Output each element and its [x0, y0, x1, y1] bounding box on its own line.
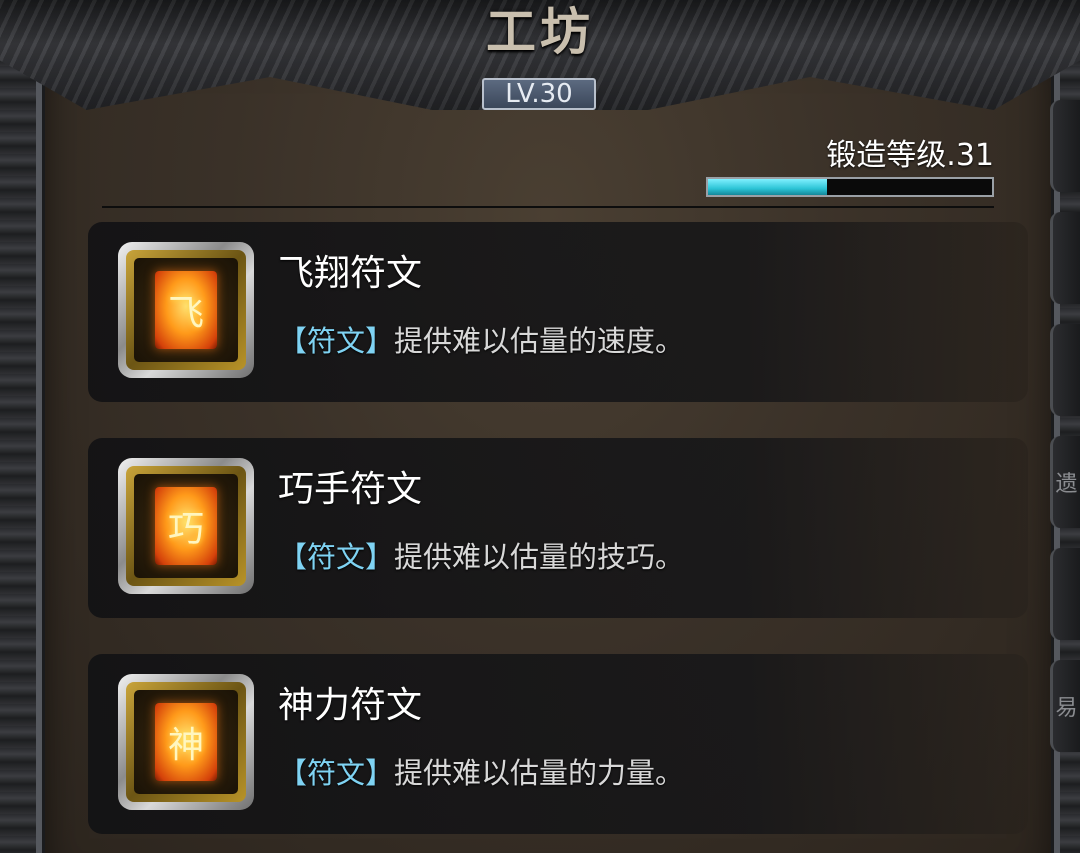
flame-rune-icon: 巧 [155, 487, 217, 565]
side-tab[interactable] [1050, 324, 1080, 416]
forge-progress-fill [708, 179, 828, 195]
rune-card-skill[interactable]: 巧 巧手符文 【符文】提供难以估量的技巧。 [88, 438, 1028, 618]
forge-progress-bar [706, 177, 994, 197]
side-tabs: 遗 易 [1050, 100, 1080, 840]
rune-card-power[interactable]: 神 神力符文 【符文】提供难以估量的力量。 [88, 654, 1028, 834]
level-badge: LV.30 [482, 78, 596, 110]
rune-icon-core: 巧 [134, 474, 238, 578]
rune-description: 【符文】提供难以估量的速度。 [278, 318, 684, 360]
rune-description-text: 提供难以估量的速度。 [394, 324, 685, 358]
side-tab[interactable]: 易 [1050, 660, 1080, 752]
rune-name: 巧手符文 [278, 469, 423, 510]
rune-icon-core: 飞 [134, 258, 238, 362]
side-tab[interactable] [1050, 100, 1080, 192]
rune-description-text: 提供难以估量的技巧。 [394, 540, 685, 574]
rune-name: 神力符文 [278, 685, 423, 726]
divider [102, 206, 994, 208]
rune-description: 【符文】提供难以估量的技巧。 [278, 534, 684, 576]
rune-tag: 【符文】 [278, 540, 395, 574]
rune-tag: 【符文】 [278, 756, 395, 790]
rune-description: 【符文】提供难以估量的力量。 [278, 750, 684, 792]
rune-icon-frame[interactable]: 飞 [118, 242, 254, 378]
rune-card-flight[interactable]: 飞 飞翔符文 【符文】提供难以估量的速度。 [88, 222, 1028, 402]
rune-icon-border: 巧 [126, 466, 246, 586]
rune-tag: 【符文】 [278, 324, 395, 358]
rune-icon-border: 神 [126, 682, 246, 802]
side-tab[interactable] [1050, 212, 1080, 304]
rune-icon-frame[interactable]: 神 [118, 674, 254, 810]
rune-icon-border: 飞 [126, 250, 246, 370]
rune-list: 飞 飞翔符文 【符文】提供难以估量的速度。 巧 巧手符文 【符文】提供难以估量的… [88, 222, 1028, 853]
page-title: 工坊 [486, 2, 594, 61]
forge-level-label: 锻造等级.31 [826, 138, 994, 173]
workshop-screen: 遗 易 工坊 LV.30 锻造等级.31 飞 飞翔符文 【符文】提供难以估量的速… [0, 0, 1080, 853]
rune-icon-core: 神 [134, 690, 238, 794]
rune-icon-frame[interactable]: 巧 [118, 458, 254, 594]
flame-rune-icon: 飞 [155, 271, 217, 349]
rune-description-text: 提供难以估量的力量。 [394, 756, 685, 790]
side-tab[interactable]: 遗 [1050, 436, 1080, 528]
flame-rune-icon: 神 [155, 703, 217, 781]
side-tab[interactable] [1050, 548, 1080, 640]
rune-name: 飞翔符文 [278, 253, 423, 294]
